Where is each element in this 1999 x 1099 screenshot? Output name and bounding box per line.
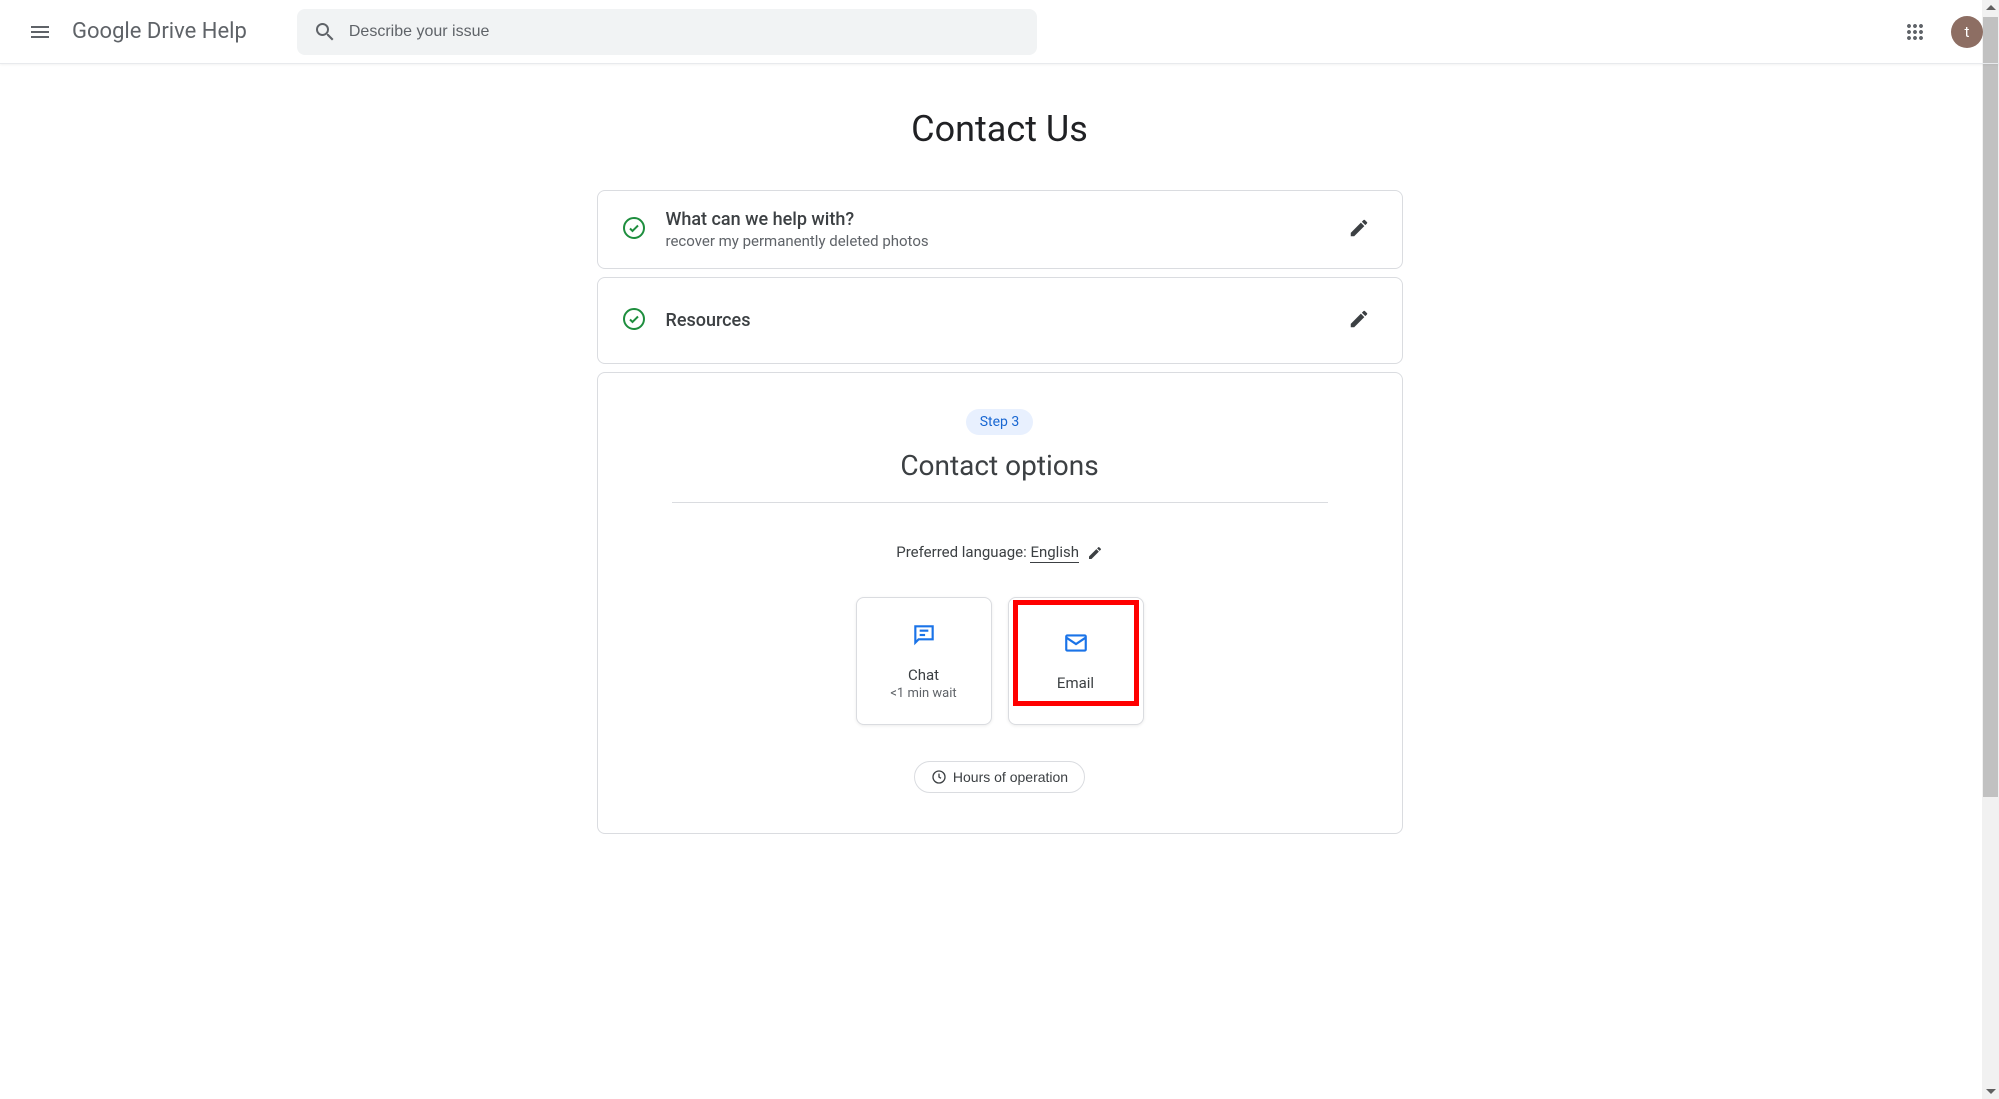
chat-icon [911, 622, 937, 652]
pencil-icon [1087, 545, 1103, 561]
step1-card[interactable]: What can we help with? recover my perman… [597, 190, 1403, 269]
hours-label: Hours of operation [953, 769, 1068, 785]
scroll-down-icon[interactable] [1986, 1089, 1996, 1094]
email-icon [1063, 630, 1089, 660]
header-right: t [1895, 12, 1983, 52]
app-title[interactable]: Google Drive Help [72, 19, 247, 44]
chat-wait: <1 min wait [890, 686, 956, 701]
step3-card: Step 3 Contact options Preferred languag… [597, 372, 1403, 834]
scrollbar-thumb[interactable] [1983, 17, 1998, 797]
header-bar: Google Drive Help t [0, 0, 1999, 64]
options-row: Chat <1 min wait Email [622, 597, 1378, 725]
divider [672, 502, 1328, 503]
contact-options-title: Contact options [622, 449, 1378, 482]
step2-content: Resources [666, 310, 1340, 331]
search-container[interactable] [297, 9, 1037, 55]
avatar[interactable]: t [1951, 16, 1983, 48]
search-input[interactable] [349, 23, 1021, 41]
chat-label: Chat [908, 666, 939, 684]
language-label: Preferred language: [896, 543, 1030, 561]
email-label: Email [1057, 674, 1094, 692]
pencil-icon [1348, 217, 1370, 239]
scrollbar[interactable] [1982, 0, 1999, 1099]
menu-button[interactable] [16, 8, 64, 56]
chat-option[interactable]: Chat <1 min wait [856, 597, 992, 725]
step2-card[interactable]: Resources [597, 277, 1403, 364]
apps-button[interactable] [1895, 12, 1935, 52]
email-option[interactable]: Email [1008, 597, 1144, 725]
email-option-wrap: Email [1008, 597, 1144, 725]
hamburger-icon [28, 20, 52, 44]
pencil-icon [1348, 308, 1370, 330]
step1-content: What can we help with? recover my perman… [666, 209, 1340, 250]
step1-edit-button[interactable] [1340, 209, 1378, 250]
step2-edit-button[interactable] [1340, 300, 1378, 341]
apps-icon [1903, 20, 1927, 44]
language-value[interactable]: English [1030, 543, 1079, 563]
check-icon [622, 216, 646, 244]
hours-button[interactable]: Hours of operation [914, 761, 1085, 793]
main-content: What can we help with? recover my perman… [597, 190, 1403, 834]
page-title: Contact Us [0, 108, 1999, 150]
clock-icon [931, 769, 947, 785]
step1-title: What can we help with? [666, 209, 1340, 230]
language-edit-button[interactable] [1087, 545, 1103, 561]
search-icon [313, 20, 337, 44]
chat-option-wrap: Chat <1 min wait [856, 597, 992, 725]
check-icon [622, 307, 646, 335]
step2-title: Resources [666, 310, 1340, 331]
step-badge: Step 3 [966, 409, 1034, 435]
step1-subtitle: recover my permanently deleted photos [666, 232, 1340, 250]
language-row: Preferred language: English [622, 543, 1378, 561]
